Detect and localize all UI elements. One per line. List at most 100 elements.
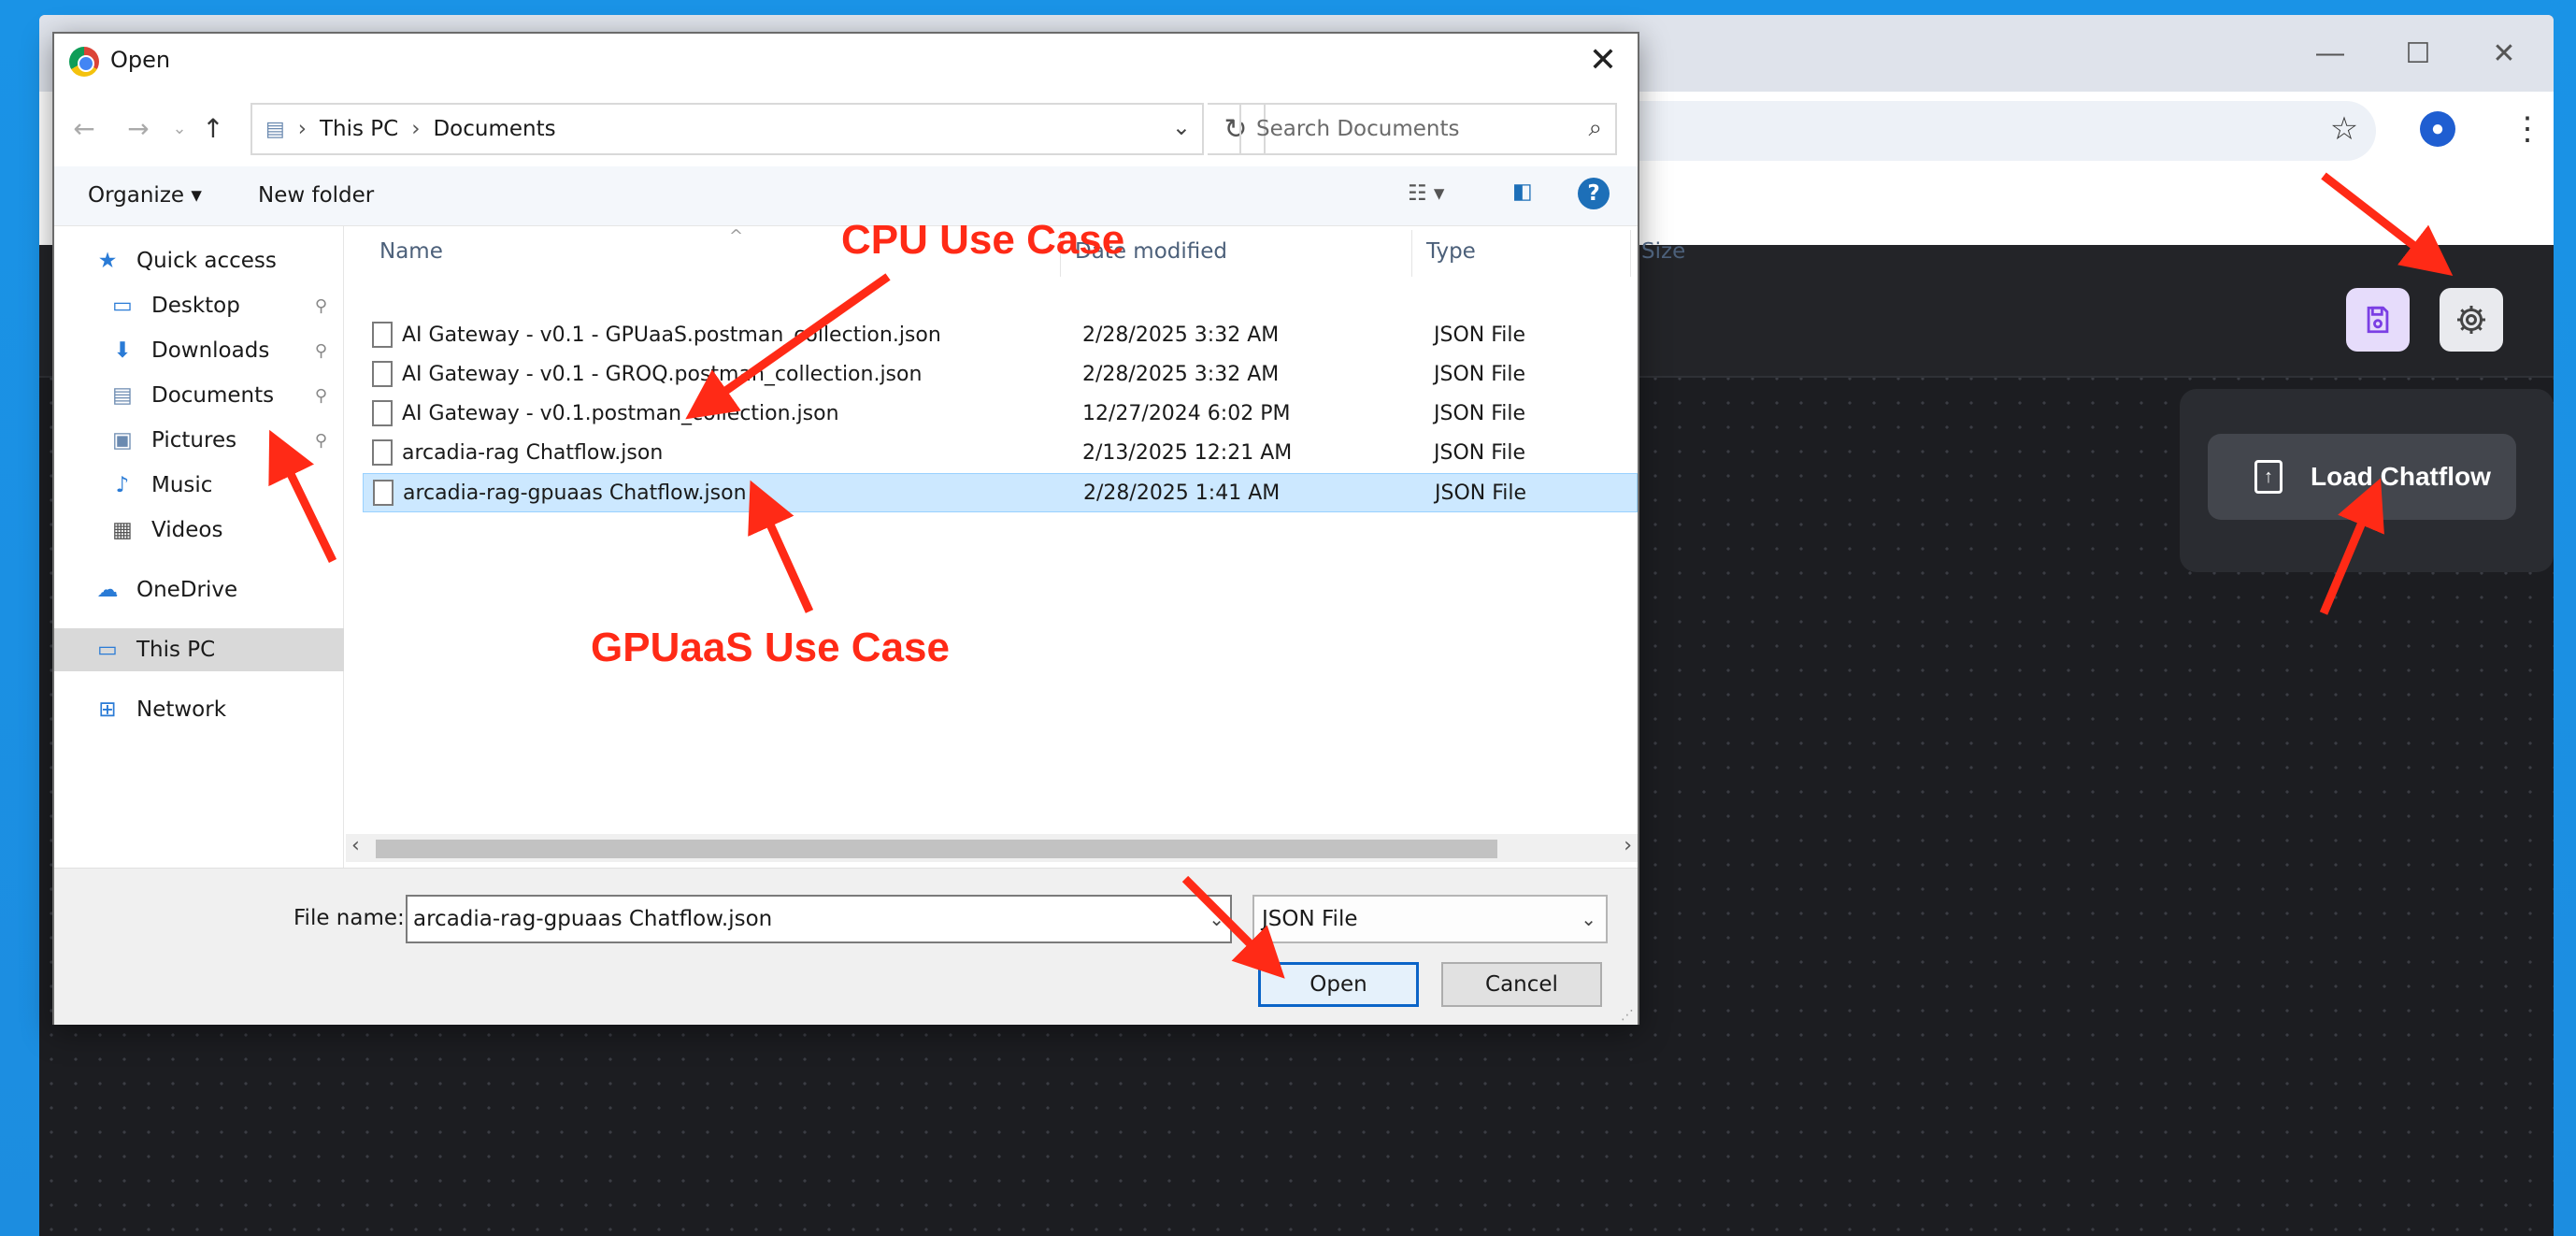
up-arrow-icon[interactable]: ↑: [194, 108, 232, 150]
file-name-field[interactable]: arcadia-rag-gpuaas Chatflow.json ⌄: [406, 895, 1232, 943]
breadcrumb-this-pc[interactable]: This PC: [320, 117, 398, 141]
horizontal-scrollbar[interactable]: ‹ ›: [346, 834, 1638, 862]
search-icon: ⌕: [1588, 114, 1602, 142]
network-icon: ⊞: [98, 697, 117, 722]
open-button[interactable]: Open: [1258, 962, 1419, 1007]
file-date: 2/28/2025 1:41 AM: [1083, 481, 1281, 505]
file-type-select[interactable]: JSON File ⌄: [1252, 895, 1608, 943]
file-name: AI Gateway - v0.1.postman_collection.jso…: [402, 402, 839, 425]
file-row[interactable]: AI Gateway - v0.1.postman_collection.jso…: [363, 395, 1638, 434]
search-placeholder: Search Documents: [1256, 117, 1460, 141]
profile-icon[interactable]: ●: [2413, 105, 2462, 153]
file-row[interactable]: AI Gateway - v0.1 - GROQ.postman_collect…: [363, 355, 1638, 395]
file-icon: [373, 480, 394, 506]
desktop-icon: ▭: [112, 294, 133, 318]
sidebar-item-desktop[interactable]: ▭ Desktop ⚲: [54, 284, 344, 327]
file-icon: [372, 361, 393, 387]
pin-icon[interactable]: ⚲: [315, 431, 327, 451]
file-date: 2/28/2025 3:32 AM: [1082, 363, 1280, 386]
open-file-dialog: Open ✕ ← → ⌄ ↑ ▤ › This PC › Documents ⌄…: [52, 32, 1685, 1025]
cpu-use-case-annotation: CPU Use Case: [841, 217, 1125, 263]
help-icon[interactable]: ?: [1578, 178, 1610, 209]
sidebar-item-label: Pictures: [151, 428, 237, 453]
close-window-icon[interactable]: ✕: [2483, 32, 2526, 75]
file-name: AI Gateway - v0.1 - GROQ.postman_collect…: [402, 363, 923, 386]
save-button[interactable]: [2346, 288, 2410, 352]
dialog-title: Open: [110, 47, 171, 73]
breadcrumb-separator: ›: [297, 117, 307, 141]
file-type: JSON File: [1435, 481, 1527, 505]
view-options-icon[interactable]: ☷ ▾: [1408, 181, 1444, 206]
settings-menu: ↑ Load Chatflow: [2180, 389, 2554, 572]
file-date: 12/27/2024 6:02 PM: [1082, 402, 1291, 425]
sidebar-item-label: Network: [136, 697, 227, 722]
pin-icon[interactable]: ⚲: [315, 386, 327, 406]
forward-arrow-icon[interactable]: →: [120, 108, 157, 150]
scroll-right-icon[interactable]: ›: [1624, 834, 1632, 857]
documents-icon: ▤: [112, 383, 133, 408]
file-icon: [372, 439, 393, 466]
dialog-title-bar: Open ✕: [54, 34, 1638, 90]
cloud-icon: ☁: [96, 578, 119, 602]
sidebar-item-documents[interactable]: ▤ Documents ⚲: [54, 374, 344, 417]
column-divider: [1630, 230, 1631, 277]
settings-button[interactable]: [2440, 288, 2503, 352]
file-name-label: File name:: [293, 906, 405, 930]
sidebar-item-music[interactable]: ♪ Music: [54, 464, 344, 507]
file-icon: [372, 322, 393, 348]
sidebar-item-label: This PC: [136, 638, 216, 662]
resize-grip-icon[interactable]: ⋰: [1621, 1008, 1634, 1023]
sidebar-item-quick-access[interactable]: ★ Quick access: [54, 239, 344, 282]
minimize-icon[interactable]: —: [2309, 32, 2352, 75]
back-arrow-icon[interactable]: ←: [65, 108, 103, 150]
sidebar-item-label: Music: [151, 473, 213, 497]
scroll-left-icon[interactable]: ‹: [351, 834, 360, 857]
file-row[interactable]: AI Gateway - v0.1 - GPUaaS.postman_colle…: [363, 316, 1638, 355]
file-name-value: arcadia-rag-gpuaas Chatflow.json: [413, 907, 773, 931]
recent-locations-chevron-icon[interactable]: ⌄: [161, 108, 198, 150]
file-row[interactable]: arcadia-rag Chatflow.json 2/13/2025 12:21…: [363, 434, 1638, 473]
sidebar-item-label: Documents: [151, 383, 275, 408]
sidebar-item-onedrive[interactable]: ☁ OneDrive: [54, 568, 344, 611]
cancel-button[interactable]: Cancel: [1441, 962, 1602, 1007]
sidebar-item-videos[interactable]: ▦ Videos: [54, 509, 344, 552]
pin-icon[interactable]: ⚲: [315, 341, 327, 361]
load-chatflow-button[interactable]: ↑ Load Chatflow: [2208, 434, 2516, 520]
breadcrumb-documents[interactable]: Documents: [433, 117, 555, 141]
close-icon[interactable]: ✕: [1580, 39, 1626, 84]
sidebar-item-pictures[interactable]: ▣ Pictures ⚲: [54, 419, 344, 462]
sidebar-item-label: Downloads: [151, 338, 270, 363]
save-icon: [2367, 306, 2389, 334]
column-type[interactable]: Type: [1426, 239, 1476, 264]
sidebar-item-label: Videos: [151, 518, 223, 542]
sidebar-item-downloads[interactable]: ⬇ Downloads ⚲: [54, 329, 344, 372]
column-name[interactable]: Name: [379, 239, 443, 264]
file-date: 2/13/2025 12:21 AM: [1082, 441, 1293, 465]
sidebar-item-label: Quick access: [136, 249, 277, 273]
chevron-down-icon[interactable]: ⌄: [1172, 114, 1191, 140]
star-icon: ★: [97, 249, 118, 273]
file-row[interactable]: arcadia-rag-gpuaas Chatflow.json 2/28/202…: [363, 473, 1638, 512]
new-folder-button[interactable]: New folder: [258, 183, 374, 208]
sidebar-item-label: Desktop: [151, 294, 240, 318]
chevron-down-icon[interactable]: ⌄: [1209, 908, 1224, 930]
gpuaas-use-case-annotation: GPUaaS Use Case: [591, 625, 950, 670]
menu-icon[interactable]: ⋮: [2503, 105, 2552, 153]
breadcrumb[interactable]: ▤ › This PC › Documents ⌄: [250, 103, 1204, 155]
file-name: arcadia-rag Chatflow.json: [402, 441, 664, 465]
file-type: JSON File: [1434, 323, 1526, 347]
search-input[interactable]: Search Documents ⌕: [1239, 103, 1617, 155]
preview-pane-icon[interactable]: ◧: [1512, 180, 1533, 204]
maximize-icon[interactable]: ☐: [2397, 32, 2440, 75]
gear-icon: [2457, 306, 2485, 334]
organize-button[interactable]: Organize ▾: [88, 183, 202, 208]
sidebar-item-network[interactable]: ⊞ Network: [54, 688, 344, 731]
download-arrow-icon: ⬇: [113, 338, 132, 363]
scrollbar-thumb[interactable]: [376, 840, 1497, 858]
sidebar-item-this-pc[interactable]: ▭ This PC: [54, 628, 344, 671]
music-note-icon: ♪: [115, 473, 130, 497]
pin-icon[interactable]: ⚲: [315, 296, 327, 316]
column-size[interactable]: Size: [1641, 239, 1685, 264]
star-icon[interactable]: ☆: [2320, 105, 2368, 153]
sidebar-item-label: OneDrive: [136, 578, 238, 602]
